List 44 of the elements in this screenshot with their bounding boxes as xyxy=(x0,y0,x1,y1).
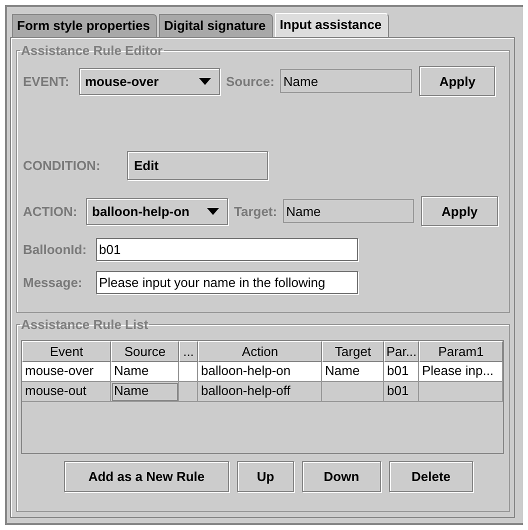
tab[interactable]: Digital signature xyxy=(158,14,273,37)
edit-button[interactable]: Edit xyxy=(127,151,268,180)
action-button[interactable]: Add as a New Rule xyxy=(64,461,229,492)
balloon-id-field[interactable]: b01 xyxy=(96,238,358,261)
event-dropdown[interactable]: mouse-over xyxy=(79,68,220,94)
table-cell: Name xyxy=(322,362,384,382)
table-cell: b01 xyxy=(384,382,419,402)
source-label: Source: xyxy=(226,74,274,88)
source-field: Name xyxy=(280,69,412,93)
group-title: Assistance Rule List xyxy=(20,317,150,332)
table-cell: Name xyxy=(111,362,179,382)
target-field: Name xyxy=(283,199,414,223)
table-cell: Please inp... xyxy=(419,362,503,382)
message-field[interactable]: Please input your name in the following xyxy=(96,271,358,294)
condition-label: CONDITION: xyxy=(23,158,102,173)
column-header[interactable]: Event xyxy=(22,341,111,362)
message-label: Message: xyxy=(23,275,84,290)
column-header[interactable]: Source xyxy=(111,341,179,362)
column-header[interactable]: Par... xyxy=(384,341,419,362)
table-cell: balloon-help-on xyxy=(198,362,322,382)
tab[interactable]: Form style properties xyxy=(12,14,157,37)
caret-icon xyxy=(199,78,211,84)
table-cell: mouse-over xyxy=(22,362,111,382)
apply-button[interactable]: Apply xyxy=(419,66,496,96)
action-button[interactable]: Down xyxy=(302,461,381,492)
action-dropdown[interactable]: balloon-help-on xyxy=(86,198,228,224)
column-header[interactable]: Target xyxy=(322,341,384,362)
table-cell: Name xyxy=(111,382,179,402)
column-header[interactable]: ... xyxy=(179,341,198,362)
event-label: EVENT: xyxy=(23,74,70,88)
target-label: Target: xyxy=(234,204,278,218)
action-button[interactable]: Delete xyxy=(389,461,473,492)
caret-icon xyxy=(207,208,219,214)
action-button[interactable]: Up xyxy=(237,461,294,492)
balloon-id-label: BalloonId: xyxy=(23,242,88,257)
apply-button[interactable]: Apply xyxy=(421,196,498,226)
column-header[interactable]: Action xyxy=(198,341,322,362)
table-cell: mouse-out xyxy=(22,382,111,402)
tab[interactable]: Input assistance xyxy=(274,13,389,37)
column-header[interactable]: Param1 xyxy=(419,341,503,362)
action-label: ACTION: xyxy=(23,204,78,218)
table-cell: balloon-help-off xyxy=(198,382,322,402)
table-cell: b01 xyxy=(384,362,419,382)
group-title: Assistance Rule Editor xyxy=(20,43,164,58)
